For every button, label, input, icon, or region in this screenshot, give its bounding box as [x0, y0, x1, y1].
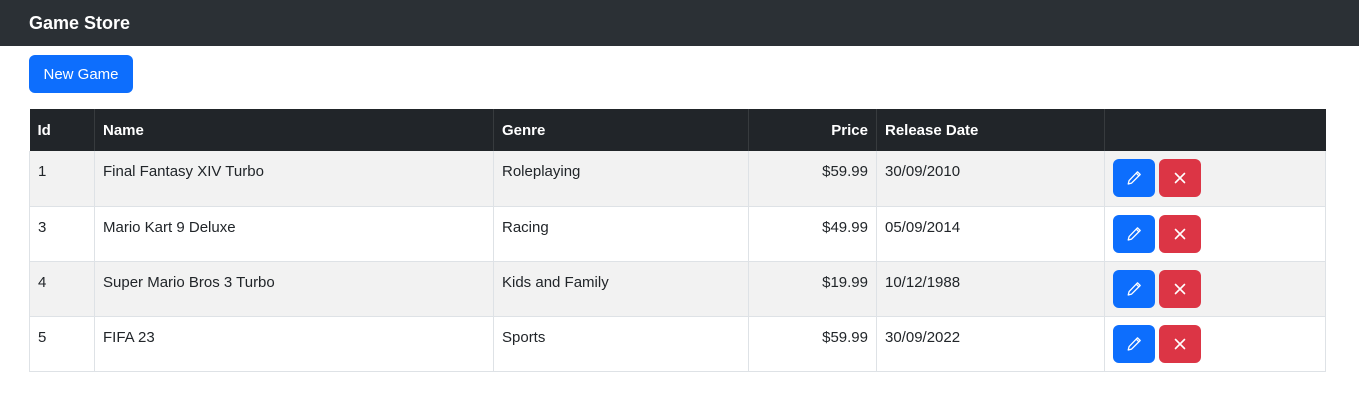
- pencil-icon: [1127, 171, 1141, 185]
- x-icon: [1174, 283, 1186, 294]
- cell-id: 5: [29, 316, 95, 372]
- cell-genre: Kids and Family: [493, 261, 749, 317]
- delete-button[interactable]: [1159, 324, 1201, 363]
- column-header-release-date: Release Date: [876, 109, 1105, 151]
- cell-price: $19.99: [748, 261, 877, 317]
- cell-release-date: 30/09/2010: [876, 151, 1105, 207]
- navbar: Game Store: [0, 0, 1359, 46]
- table-header: Id Name Genre Price Release Date: [29, 109, 1326, 151]
- table-body: 1 Final Fantasy XIV Turbo Roleplaying $5…: [29, 151, 1326, 372]
- new-game-button[interactable]: New Game: [29, 55, 133, 93]
- cell-actions: [1104, 261, 1326, 317]
- table-row: 5 FIFA 23 Sports $59.99 30/09/2022: [29, 316, 1326, 372]
- brand-title[interactable]: Game Store: [29, 13, 130, 34]
- pencil-icon: [1127, 281, 1141, 296]
- cell-price: $49.99: [748, 206, 877, 262]
- pencil-icon: [1127, 226, 1141, 241]
- cell-id: 4: [29, 261, 95, 317]
- edit-button[interactable]: [1113, 324, 1155, 363]
- table-row: 3 Mario Kart 9 Deluxe Racing $49.99 05/0…: [29, 206, 1326, 262]
- edit-button[interactable]: [1113, 269, 1155, 308]
- column-header-actions: [1104, 109, 1326, 151]
- delete-button[interactable]: [1159, 214, 1201, 253]
- cell-price: $59.99: [748, 151, 877, 207]
- games-table: Id Name Genre Price Release Date 1 Final…: [29, 109, 1326, 372]
- cell-release-date: 10/12/1988: [876, 261, 1105, 317]
- cell-release-date: 05/09/2014: [876, 206, 1105, 262]
- edit-button[interactable]: [1113, 159, 1155, 197]
- x-icon: [1174, 172, 1186, 184]
- pencil-icon: [1127, 336, 1141, 351]
- cell-release-date: 30/09/2022: [876, 316, 1105, 372]
- cell-actions: [1104, 206, 1326, 262]
- column-header-name: Name: [94, 109, 494, 151]
- cell-id: 3: [29, 206, 95, 262]
- delete-button[interactable]: [1159, 159, 1201, 197]
- table-row: 4 Super Mario Bros 3 Turbo Kids and Fami…: [29, 261, 1326, 317]
- column-header-genre: Genre: [493, 109, 749, 151]
- cell-genre: Racing: [493, 206, 749, 262]
- cell-id: 1: [29, 151, 95, 207]
- cell-name: FIFA 23: [94, 316, 494, 372]
- delete-button[interactable]: [1159, 269, 1201, 308]
- column-header-price: Price: [748, 109, 877, 151]
- cell-genre: Sports: [493, 316, 749, 372]
- x-icon: [1174, 338, 1186, 349]
- cell-actions: [1104, 151, 1326, 207]
- table-row: 1 Final Fantasy XIV Turbo Roleplaying $5…: [29, 151, 1326, 207]
- cell-price: $59.99: [748, 316, 877, 372]
- edit-button[interactable]: [1113, 214, 1155, 253]
- header-row: Id Name Genre Price Release Date: [29, 109, 1326, 151]
- cell-genre: Roleplaying: [493, 151, 749, 207]
- cell-name: Mario Kart 9 Deluxe: [94, 206, 494, 262]
- column-header-id: Id: [37, 121, 51, 139]
- cell-name: Super Mario Bros 3 Turbo: [94, 261, 494, 317]
- cell-actions: [1104, 316, 1326, 372]
- x-icon: [1174, 228, 1186, 239]
- cell-name: Final Fantasy XIV Turbo: [94, 151, 494, 207]
